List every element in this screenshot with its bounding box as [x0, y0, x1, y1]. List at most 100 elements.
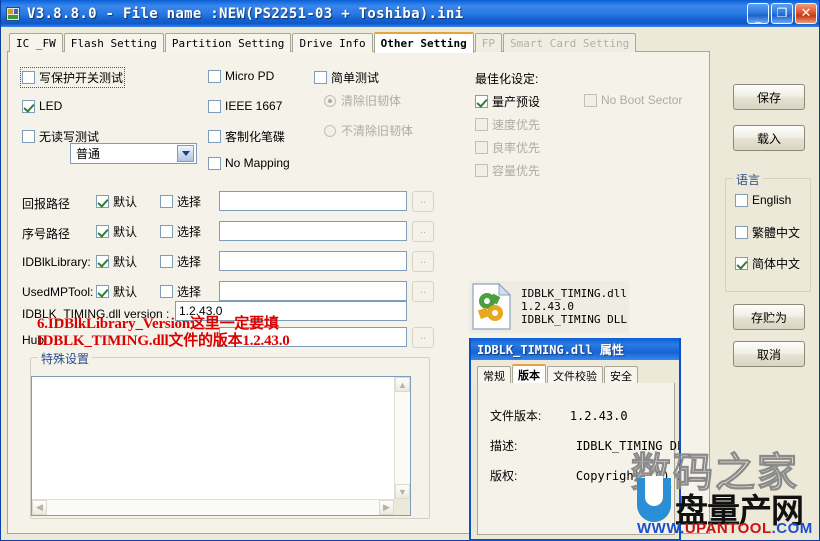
checkbox-box — [160, 195, 173, 208]
window-controls: _ ❐ ✕ — [747, 3, 817, 24]
checkbox-no-rw-test[interactable]: 无读写测试 — [22, 128, 99, 145]
scroll-down-icon[interactable]: ▼ — [395, 484, 410, 499]
close-icon: ✕ — [800, 6, 812, 21]
label-report-path: 回报路径 — [22, 197, 71, 211]
label-serial-path: 序号路径 — [22, 227, 71, 241]
scroll-left-icon[interactable]: ◀ — [32, 500, 47, 515]
checkbox-box — [208, 156, 221, 170]
checkbox-label: Micro PD — [225, 69, 275, 83]
special-settings-title: 特殊设置 — [38, 350, 93, 367]
language-group: 语言 English 繁體中文 简体中文 — [725, 171, 811, 292]
window-title: V3.8.8.0 - File name :NEW(PS2251-03 + To… — [27, 5, 464, 22]
checkbox-simple-test[interactable]: 简单测试 — [314, 69, 379, 86]
tooltip-description: IDBLK_TIMING DLL — [521, 313, 627, 326]
checkbox-label: 速度优先 — [492, 118, 541, 132]
label-used-mp-tool: UsedMPTool: — [22, 285, 94, 299]
checkbox-box — [160, 225, 173, 238]
special-settings-textarea[interactable]: ▲ ▼ ◀ ▶ — [31, 376, 411, 516]
red-annotation: 6.IDBlkLibrary_Version这里一定要填 IDBLK_TIMIN… — [37, 316, 290, 350]
checkbox-report-path-choose[interactable]: 选择 — [160, 193, 201, 210]
horizontal-scrollbar[interactable]: ◀ ▶ — [32, 499, 394, 515]
checkbox-no-mapping[interactable]: No Mapping — [208, 156, 290, 170]
checkbox-ieee-1667[interactable]: IEEE 1667 — [208, 99, 282, 113]
checkbox-box — [22, 130, 35, 143]
checkbox-label: 客制化笔碟 — [225, 130, 286, 144]
vertical-scrollbar[interactable]: ▲ ▼ — [394, 377, 410, 499]
checkbox-box — [475, 141, 488, 154]
checkbox-language-simplified-chinese[interactable]: 简体中文 — [735, 255, 800, 272]
checkbox-box — [475, 118, 488, 131]
properties-dialog: IDBLK_TIMING.dll 属性 常规 版本 文件校验 安全 文件版本: … — [469, 338, 681, 541]
checkbox-used-mp-tool-default[interactable]: 默认 — [96, 283, 137, 300]
prop-field-value: Copyright (C) 200 — [575, 469, 679, 483]
prop-tab-security[interactable]: 安全 — [604, 366, 638, 384]
tab-ic-fw[interactable]: IC _FW — [9, 33, 63, 52]
prop-tab-version[interactable]: 版本 — [512, 364, 546, 384]
dll-file-icon-svg — [472, 282, 512, 330]
checkbox-write-protect-test[interactable]: 写保护开关测试 — [19, 67, 126, 88]
checkbox-label: 简体中文 — [752, 257, 801, 271]
checkbox-box — [22, 99, 35, 113]
save-button[interactable]: 保存 — [733, 84, 805, 110]
maximize-button[interactable]: ❐ — [771, 3, 793, 24]
radio-label: 清除旧韧体 — [341, 94, 402, 108]
checkbox-idblk-library-default[interactable]: 默认 — [96, 253, 137, 270]
checkbox-box — [314, 71, 327, 84]
checkbox-no-boot-sector: No Boot Sector — [584, 93, 682, 107]
cancel-button[interactable]: 取消 — [733, 341, 805, 367]
prop-field-copyright: 版权: Copyright (C) 200 — [490, 467, 679, 484]
tooltip-filename: IDBLK_TIMING.dll — [521, 287, 627, 300]
checkbox-speed-priority: 速度优先 — [475, 116, 540, 133]
checkbox-custom-drive[interactable]: 客制化笔碟 — [208, 128, 285, 145]
prop-tab-checksum[interactable]: 文件校验 — [547, 366, 603, 384]
checkbox-language-english[interactable]: English — [735, 193, 791, 207]
checkbox-led[interactable]: LED — [22, 99, 62, 113]
scroll-right-icon[interactable]: ▶ — [379, 500, 394, 515]
tab-fp: FP — [474, 33, 503, 52]
checkbox-label: 选择 — [177, 225, 202, 239]
checkbox-mp-default[interactable]: 量产预设 — [475, 93, 540, 110]
scroll-up-icon[interactable]: ▲ — [395, 377, 410, 392]
checkbox-box — [584, 93, 597, 107]
tab-partition-setting[interactable]: Partition Setting — [164, 33, 292, 52]
annotation-line-1: 6.IDBlkLibrary_Version这里一定要填 — [37, 316, 279, 332]
checkbox-idblk-library-choose[interactable]: 选择 — [160, 253, 201, 270]
optimization-heading: 最佳化设定: — [475, 72, 539, 86]
input-serial-path[interactable] — [219, 221, 407, 241]
checkbox-label: No Boot Sector — [601, 93, 683, 107]
input-report-path[interactable] — [219, 191, 407, 211]
tab-flash-setting[interactable]: Flash Setting — [63, 33, 164, 52]
save-as-button[interactable]: 存贮为 — [733, 304, 805, 330]
checkbox-label: 默认 — [113, 285, 138, 299]
checkbox-box — [96, 255, 109, 268]
browse-idblk-library-button: .. — [412, 251, 434, 272]
maximize-icon: ❐ — [776, 6, 788, 20]
annotation-line-2: IDBLK_TIMING.dll文件的版本1.2.43.0 — [37, 333, 290, 349]
checkbox-label: LED — [39, 99, 63, 113]
properties-dialog-body: 文件版本: 1.2.43.0 描述: IDBLK_TIMING DLL 版权: … — [477, 383, 679, 535]
checkbox-report-path-default[interactable]: 默认 — [96, 193, 137, 210]
minimize-button[interactable]: _ — [747, 3, 769, 24]
checkbox-serial-path-choose[interactable]: 选择 — [160, 223, 201, 240]
close-button[interactable]: ✕ — [795, 3, 817, 24]
tab-strip: IC _FW Flash Setting Partition Setting D… — [9, 32, 637, 53]
checkbox-used-mp-tool-choose[interactable]: 选择 — [160, 283, 201, 300]
prop-tab-general[interactable]: 常规 — [477, 366, 511, 384]
led-mode-dropdown[interactable]: 普通 — [70, 143, 197, 164]
checkbox-capacity-priority: 容量优先 — [475, 162, 540, 179]
radio-box — [324, 124, 336, 137]
checkbox-micro-pd[interactable]: Micro PD — [208, 69, 274, 83]
radio-erase-old-firmware: 清除旧韧体 — [324, 92, 401, 109]
checkbox-serial-path-default[interactable]: 默认 — [96, 223, 137, 240]
checkbox-language-traditional-chinese[interactable]: 繁體中文 — [735, 224, 800, 241]
checkbox-label: 无读写测试 — [39, 130, 100, 144]
input-used-mp-tool[interactable] — [219, 281, 407, 301]
tab-drive-info[interactable]: Drive Info — [292, 33, 373, 52]
tab-other-setting[interactable]: Other Setting — [373, 32, 474, 53]
chevron-down-icon[interactable] — [177, 145, 194, 162]
load-button[interactable]: 载入 — [733, 125, 805, 151]
prop-field-key: 版权: — [490, 469, 518, 483]
input-idblk-library[interactable] — [219, 251, 407, 271]
label-idblk-library: IDBlkLibrary: — [22, 255, 91, 269]
radio-box — [324, 94, 336, 107]
